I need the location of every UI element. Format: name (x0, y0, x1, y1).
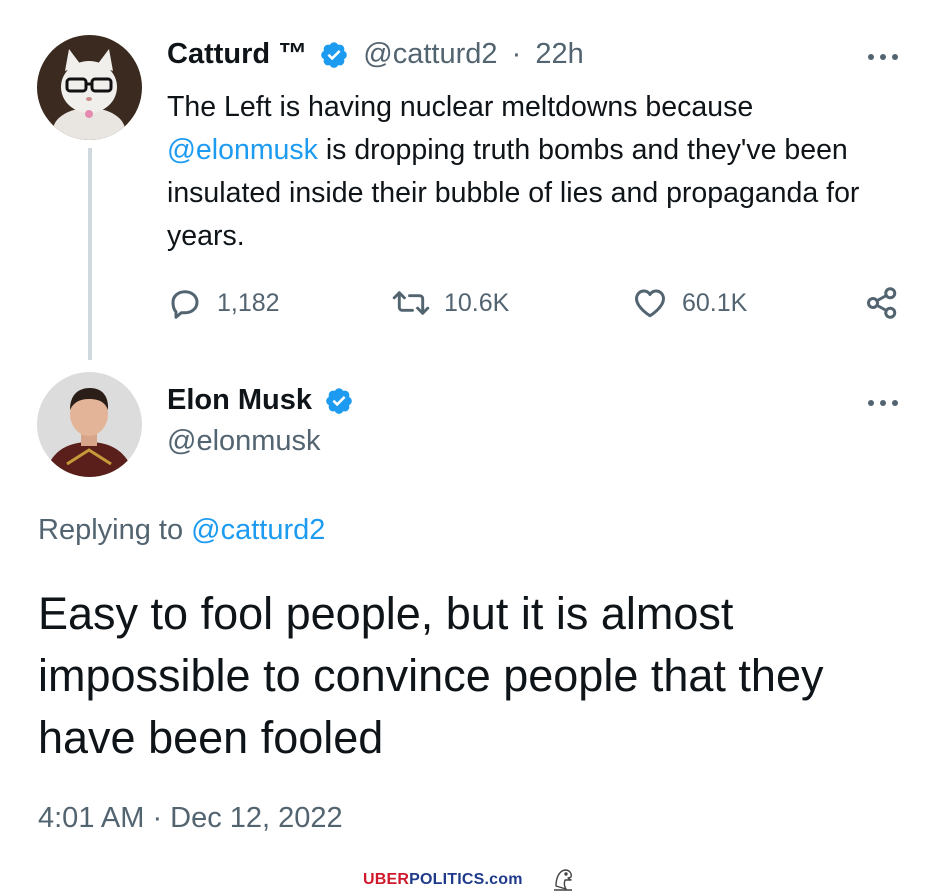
watermark-part-2: POLITICS.com (409, 871, 523, 888)
elonmusk-header: Elon Musk (167, 384, 354, 417)
tweet-timestamp[interactable]: 4:01 AM · Dec 12, 2022 (38, 802, 343, 835)
reply-button[interactable]: 1,182 (167, 285, 280, 321)
cat-avatar-image (37, 35, 142, 140)
more-icon[interactable] (866, 50, 906, 64)
elonmusk-handle[interactable]: @elonmusk (167, 425, 321, 458)
like-icon (635, 289, 665, 318)
person-avatar-image (37, 372, 142, 477)
like-button[interactable]: 60.1K (632, 285, 747, 321)
replying-to-handle[interactable]: @catturd2 (191, 514, 325, 546)
share-button[interactable] (864, 285, 900, 321)
reply-icon (171, 290, 199, 319)
tweet-text-part: The Left is having nuclear meltdowns bec… (167, 91, 754, 123)
tweet-time-ago[interactable]: 22h (535, 38, 583, 70)
elonmusk-avatar[interactable] (37, 372, 142, 477)
reply-tweet-text: Easy to fool people, but it is almost im… (38, 588, 824, 763)
catturd-handle[interactable]: @catturd2 (363, 38, 497, 70)
share-icon (867, 287, 897, 319)
replying-to-line: Replying to @catturd2 (38, 514, 325, 547)
replying-to-label: Replying to (38, 514, 184, 546)
retweet-button[interactable]: 10.6K (392, 285, 509, 321)
parent-tweet-text: The Left is having nuclear meltdowns bec… (167, 86, 887, 258)
retweet-count: 10.6K (444, 288, 510, 317)
thread-connector-line (88, 148, 92, 360)
more-icon[interactable] (866, 396, 906, 410)
like-count: 60.1K (682, 288, 748, 317)
time-separator: · (511, 38, 522, 70)
elonmusk-name[interactable]: Elon Musk (167, 384, 312, 416)
verified-badge-icon (321, 42, 348, 69)
reply-count: 1,182 (217, 288, 280, 317)
catturd-header: Catturd ™ @catturd2 · 22h (167, 38, 584, 71)
watermark: UBERPOLITICS.com (363, 871, 523, 889)
verified-badge-icon (326, 388, 352, 415)
eagle-logo-icon (554, 869, 572, 891)
retweet-icon (392, 291, 430, 315)
watermark-part-1: UBER (363, 871, 410, 888)
mention-link[interactable]: @elonmusk (167, 134, 318, 166)
catturd-name[interactable]: Catturd ™ (167, 38, 307, 70)
catturd-avatar[interactable] (37, 35, 142, 140)
